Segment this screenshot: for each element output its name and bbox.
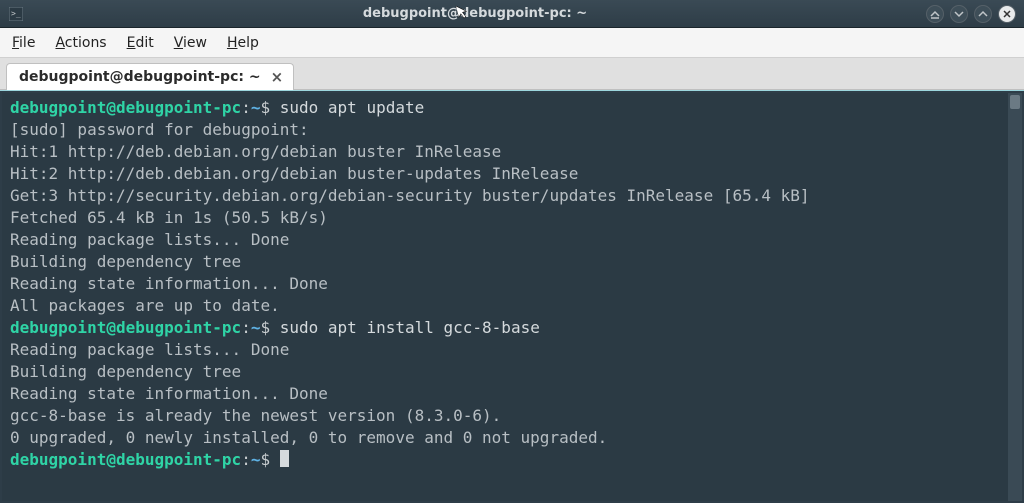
command-1: sudo apt update — [280, 98, 425, 117]
tab-label: debugpoint@debugpoint-pc: ~ — [19, 69, 261, 85]
terminal-window: >_ debugpoint@debugpoint-pc: ~ File Acti… — [0, 0, 1024, 503]
output-line: Reading package lists... Done — [10, 340, 289, 359]
prompt-userhost: debugpoint@debugpoint-pc — [10, 318, 241, 337]
close-button[interactable] — [998, 5, 1016, 23]
output-line: Fetched 65.4 kB in 1s (50.5 kB/s) — [10, 208, 328, 227]
prompt-colon: : — [241, 450, 251, 469]
output-line: gcc-8-base is already the newest version… — [10, 406, 501, 425]
scrollbar-thumb[interactable] — [1010, 95, 1020, 109]
menu-view[interactable]: View — [174, 35, 207, 51]
menubar: File Actions Edit View Help — [0, 28, 1024, 58]
prompt-colon: : — [241, 98, 251, 117]
output-line: Reading state information... Done — [10, 384, 328, 403]
text-cursor — [280, 450, 289, 467]
menu-edit[interactable]: Edit — [127, 35, 154, 51]
window-title: debugpoint@debugpoint-pc: ~ — [24, 6, 926, 21]
output-line: Building dependency tree — [10, 362, 241, 381]
window-controls — [926, 5, 1016, 23]
tab-close-icon[interactable]: × — [271, 70, 284, 85]
output-line: Building dependency tree — [10, 252, 241, 271]
output-line: All packages are up to date. — [10, 296, 280, 315]
shade-button[interactable] — [926, 5, 944, 23]
menu-file[interactable]: File — [12, 35, 35, 51]
prompt-dollar: $ — [260, 98, 270, 117]
output-line: Hit:1 http://deb.debian.org/debian buste… — [10, 142, 501, 161]
terminal-output[interactable]: debugpoint@debugpoint-pc:~$ sudo apt upd… — [2, 93, 1008, 501]
terminal-area: debugpoint@debugpoint-pc:~$ sudo apt upd… — [0, 90, 1024, 503]
prompt-dollar: $ — [260, 318, 270, 337]
scrollbar[interactable] — [1008, 93, 1022, 501]
output-line: Get:3 http://security.debian.org/debian-… — [10, 186, 810, 205]
prompt-dollar: $ — [260, 450, 270, 469]
titlebar[interactable]: >_ debugpoint@debugpoint-pc: ~ — [0, 0, 1024, 28]
output-line: [sudo] password for debugpoint: — [10, 120, 309, 139]
maximize-button[interactable] — [974, 5, 992, 23]
terminal-icon: >_ — [8, 6, 24, 22]
prompt-userhost: debugpoint@debugpoint-pc — [10, 98, 241, 117]
menu-help[interactable]: Help — [227, 35, 259, 51]
output-line: Hit:2 http://deb.debian.org/debian buste… — [10, 164, 578, 183]
svg-text:>_: >_ — [11, 9, 21, 18]
output-line: Reading state information... Done — [10, 274, 328, 293]
tab-active[interactable]: debugpoint@debugpoint-pc: ~ × — [6, 63, 294, 90]
tabbar: debugpoint@debugpoint-pc: ~ × — [0, 58, 1024, 90]
menu-actions[interactable]: Actions — [55, 35, 106, 51]
prompt-userhost: debugpoint@debugpoint-pc — [10, 450, 241, 469]
output-line: 0 upgraded, 0 newly installed, 0 to remo… — [10, 428, 607, 447]
prompt-colon: : — [241, 318, 251, 337]
output-line: Reading package lists... Done — [10, 230, 289, 249]
command-2: sudo apt install gcc-8-base — [280, 318, 540, 337]
minimize-button[interactable] — [950, 5, 968, 23]
